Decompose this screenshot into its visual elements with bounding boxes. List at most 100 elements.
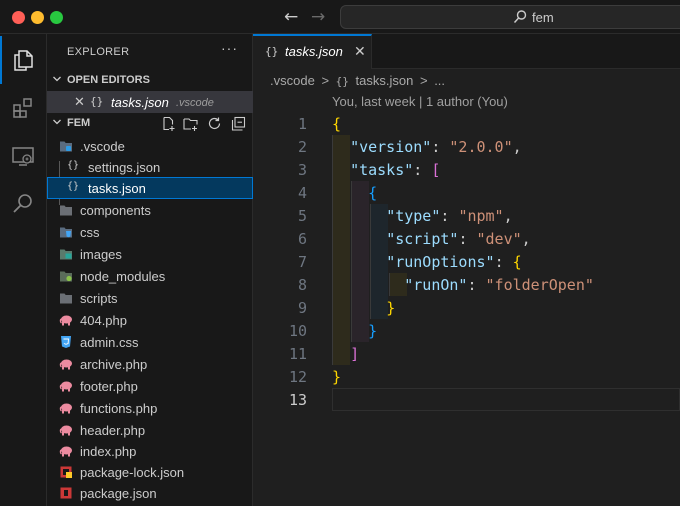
tree-item-label: settings.json <box>88 160 161 175</box>
json-braces-icon: {} <box>67 181 80 192</box>
css-icon <box>61 336 71 348</box>
more-actions-icon[interactable]: ··· <box>221 40 238 56</box>
line-number: 11 <box>288 345 307 363</box>
code-line: 7 "runOptions": { <box>253 250 680 273</box>
json-key: "tasks" <box>350 161 414 179</box>
open-editors-header[interactable]: OPEN EDITORS <box>47 70 253 92</box>
php-elephant-icon <box>59 315 72 326</box>
open-editors-label: OPEN EDITORS <box>67 74 150 86</box>
tree-item-label: tasks.json <box>88 181 146 196</box>
back-arrow-icon[interactable]: ← <box>284 7 298 27</box>
tab-tasks-json[interactable]: {} tasks.json ✕ <box>253 34 372 69</box>
search-activity-button[interactable] <box>0 180 47 228</box>
code-line: 6 "script": "dev", <box>253 227 680 250</box>
line-number: 4 <box>297 184 307 202</box>
search-text: fem <box>532 10 554 25</box>
colon: : <box>494 253 504 271</box>
bracket: } <box>386 299 396 317</box>
new-folder-icon[interactable] <box>183 116 198 131</box>
extensions-activity-button[interactable] <box>0 84 47 132</box>
code-line: 4 { <box>253 181 680 204</box>
json-braces-icon: {} <box>335 75 349 88</box>
tree-item-settings-json[interactable]: {} settings.json <box>47 156 253 178</box>
folder-images-icon <box>60 249 72 260</box>
tree-item-images[interactable]: images <box>47 243 253 265</box>
command-center-search[interactable]: fem <box>340 5 680 29</box>
remote-explorer-activity-button[interactable] <box>0 132 47 180</box>
tree-item-scripts[interactable]: scripts <box>47 287 253 309</box>
tree-item-vscode[interactable]: .vscode <box>47 135 253 157</box>
bracket: [ <box>431 161 441 179</box>
json-string: "2.0.0" <box>449 138 513 156</box>
close-editor-icon[interactable]: ✕ <box>74 94 85 110</box>
collapse-all-icon[interactable] <box>231 116 246 131</box>
tree-item-package-json[interactable]: package.json <box>47 482 253 504</box>
json-braces-icon: {} <box>265 45 279 58</box>
line-number: 12 <box>288 368 307 386</box>
files-icon <box>14 50 33 71</box>
line-number: 2 <box>297 138 307 156</box>
git-blame-annotation[interactable]: You, last week | 1 author (You) <box>332 94 508 109</box>
tree-item-footer-php[interactable]: footer.php <box>47 375 253 397</box>
refresh-icon[interactable] <box>207 116 222 131</box>
tab-label: tasks.json <box>285 44 343 59</box>
folder-icon <box>60 205 72 216</box>
title-bar: ← → fem <box>0 0 680 34</box>
close-tab-icon[interactable]: ✕ <box>354 43 366 60</box>
tree-item-package-lock-json[interactable]: package-lock.json <box>47 461 253 483</box>
tree-item-archive-php[interactable]: archive.php <box>47 353 253 375</box>
line-number: 7 <box>297 253 307 271</box>
bracket: { <box>512 253 522 271</box>
tree-item-tasks-json[interactable]: {} tasks.json <box>47 177 253 199</box>
breadcrumb-separator: > <box>321 73 330 88</box>
bracket: { <box>368 184 378 202</box>
search-icon <box>13 194 32 213</box>
tree-item-label: index.php <box>80 444 137 459</box>
tab-bar: {} tasks.json ✕ <box>253 34 680 69</box>
code-line: 2 "version": "2.0.0", <box>253 135 680 158</box>
colon: : <box>440 207 450 225</box>
folder-header[interactable]: FEM <box>47 113 253 135</box>
breadcrumb-file[interactable]: tasks.json <box>356 73 414 88</box>
tree-item-header-php[interactable]: header.php <box>47 419 253 441</box>
minimize-window-button[interactable] <box>31 11 44 24</box>
tree-item-functions-php[interactable]: functions.php <box>47 397 253 419</box>
php-elephant-icon <box>59 446 72 457</box>
code-line: 9 } <box>253 296 680 319</box>
json-key: "runOptions" <box>386 253 495 271</box>
breadcrumb-separator: > <box>419 73 428 88</box>
new-file-icon[interactable] <box>161 116 176 131</box>
bracket: { <box>332 115 342 133</box>
code-line: 1 { <box>253 112 680 135</box>
npm-lock-icon <box>60 466 72 478</box>
current-line-highlight <box>332 388 680 411</box>
tree-item-components[interactable]: components <box>47 199 253 221</box>
tree-item-admin-css[interactable]: admin.css <box>47 331 253 353</box>
code-line-current: 13 <box>253 388 680 411</box>
breadcrumb-symbol[interactable]: ... <box>434 73 445 88</box>
line-number: 8 <box>297 276 307 294</box>
php-elephant-icon <box>59 359 72 370</box>
forward-arrow-icon[interactable]: → <box>311 7 325 27</box>
open-editor-item[interactable]: ✕ {} tasks.json .vscode <box>47 91 253 113</box>
chevron-down-icon <box>53 119 61 125</box>
tree-item-label: admin.css <box>80 335 139 350</box>
line-number: 3 <box>297 161 307 179</box>
json-key: "runOn" <box>404 276 468 294</box>
tree-item-node-modules[interactable]: node_modules <box>47 265 253 287</box>
tree-item-css[interactable]: css <box>47 221 253 243</box>
breadcrumb-folder[interactable]: .vscode <box>270 73 315 88</box>
json-key: "version" <box>350 138 432 156</box>
folder-label: FEM <box>67 117 91 129</box>
tree-item-404-php[interactable]: 404.php <box>47 309 253 331</box>
comma: , <box>521 230 531 248</box>
explorer-activity-button[interactable] <box>0 36 47 84</box>
line-number: 6 <box>297 230 307 248</box>
extensions-icon <box>13 98 32 118</box>
close-window-button[interactable] <box>12 11 25 24</box>
bracket: ] <box>350 345 360 363</box>
json-string: "npm" <box>458 207 504 225</box>
explorer-sidebar: EXPLORER ··· OPEN EDITORS ✕ {} tasks.jso… <box>47 34 253 506</box>
zoom-window-button[interactable] <box>50 11 63 24</box>
tree-item-index-php[interactable]: index.php <box>47 440 253 462</box>
